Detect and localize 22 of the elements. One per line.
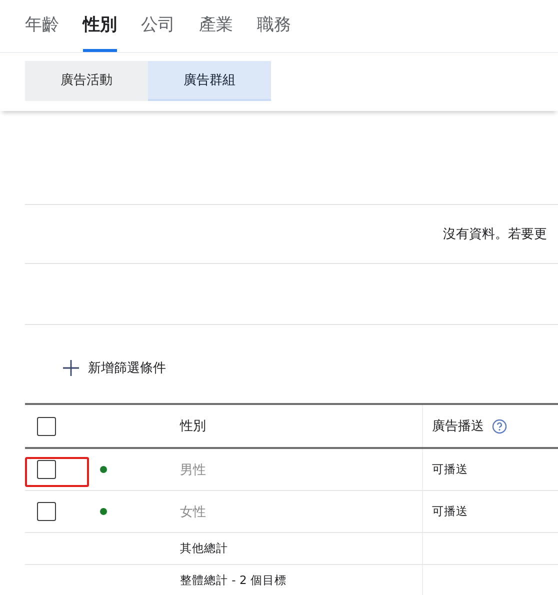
tab[interactable]: 職務: [257, 0, 291, 52]
table-cell: 可播送: [432, 462, 468, 477]
tab[interactable]: 年齡: [25, 0, 59, 52]
checkbox[interactable]: [37, 416, 56, 436]
plus-icon: [63, 360, 79, 376]
tab[interactable]: 公司: [141, 0, 175, 52]
total-label: 整體總計 - 2 個目標: [180, 573, 286, 588]
total-label: 其他總計: [180, 541, 228, 556]
add-filter-button[interactable]: 新增篩選條件: [63, 359, 166, 377]
empty-message: 沒有資料。若要更: [443, 226, 547, 243]
checkbox[interactable]: [37, 460, 56, 479]
table-cell-text: 男性: [180, 462, 206, 478]
table-cell-text: 女性: [180, 504, 206, 520]
checkbox[interactable]: [37, 502, 56, 521]
subtab[interactable]: 廣告活動: [25, 61, 148, 101]
tab[interactable]: 性別: [83, 0, 117, 52]
subtab[interactable]: 廣告群組: [148, 61, 271, 101]
column-header: 廣告播送: [432, 418, 484, 435]
help-icon[interactable]: [492, 418, 507, 434]
table-cell: 可播送: [432, 504, 468, 519]
tab[interactable]: 產業: [199, 0, 233, 52]
column-header: 性別: [180, 418, 206, 435]
